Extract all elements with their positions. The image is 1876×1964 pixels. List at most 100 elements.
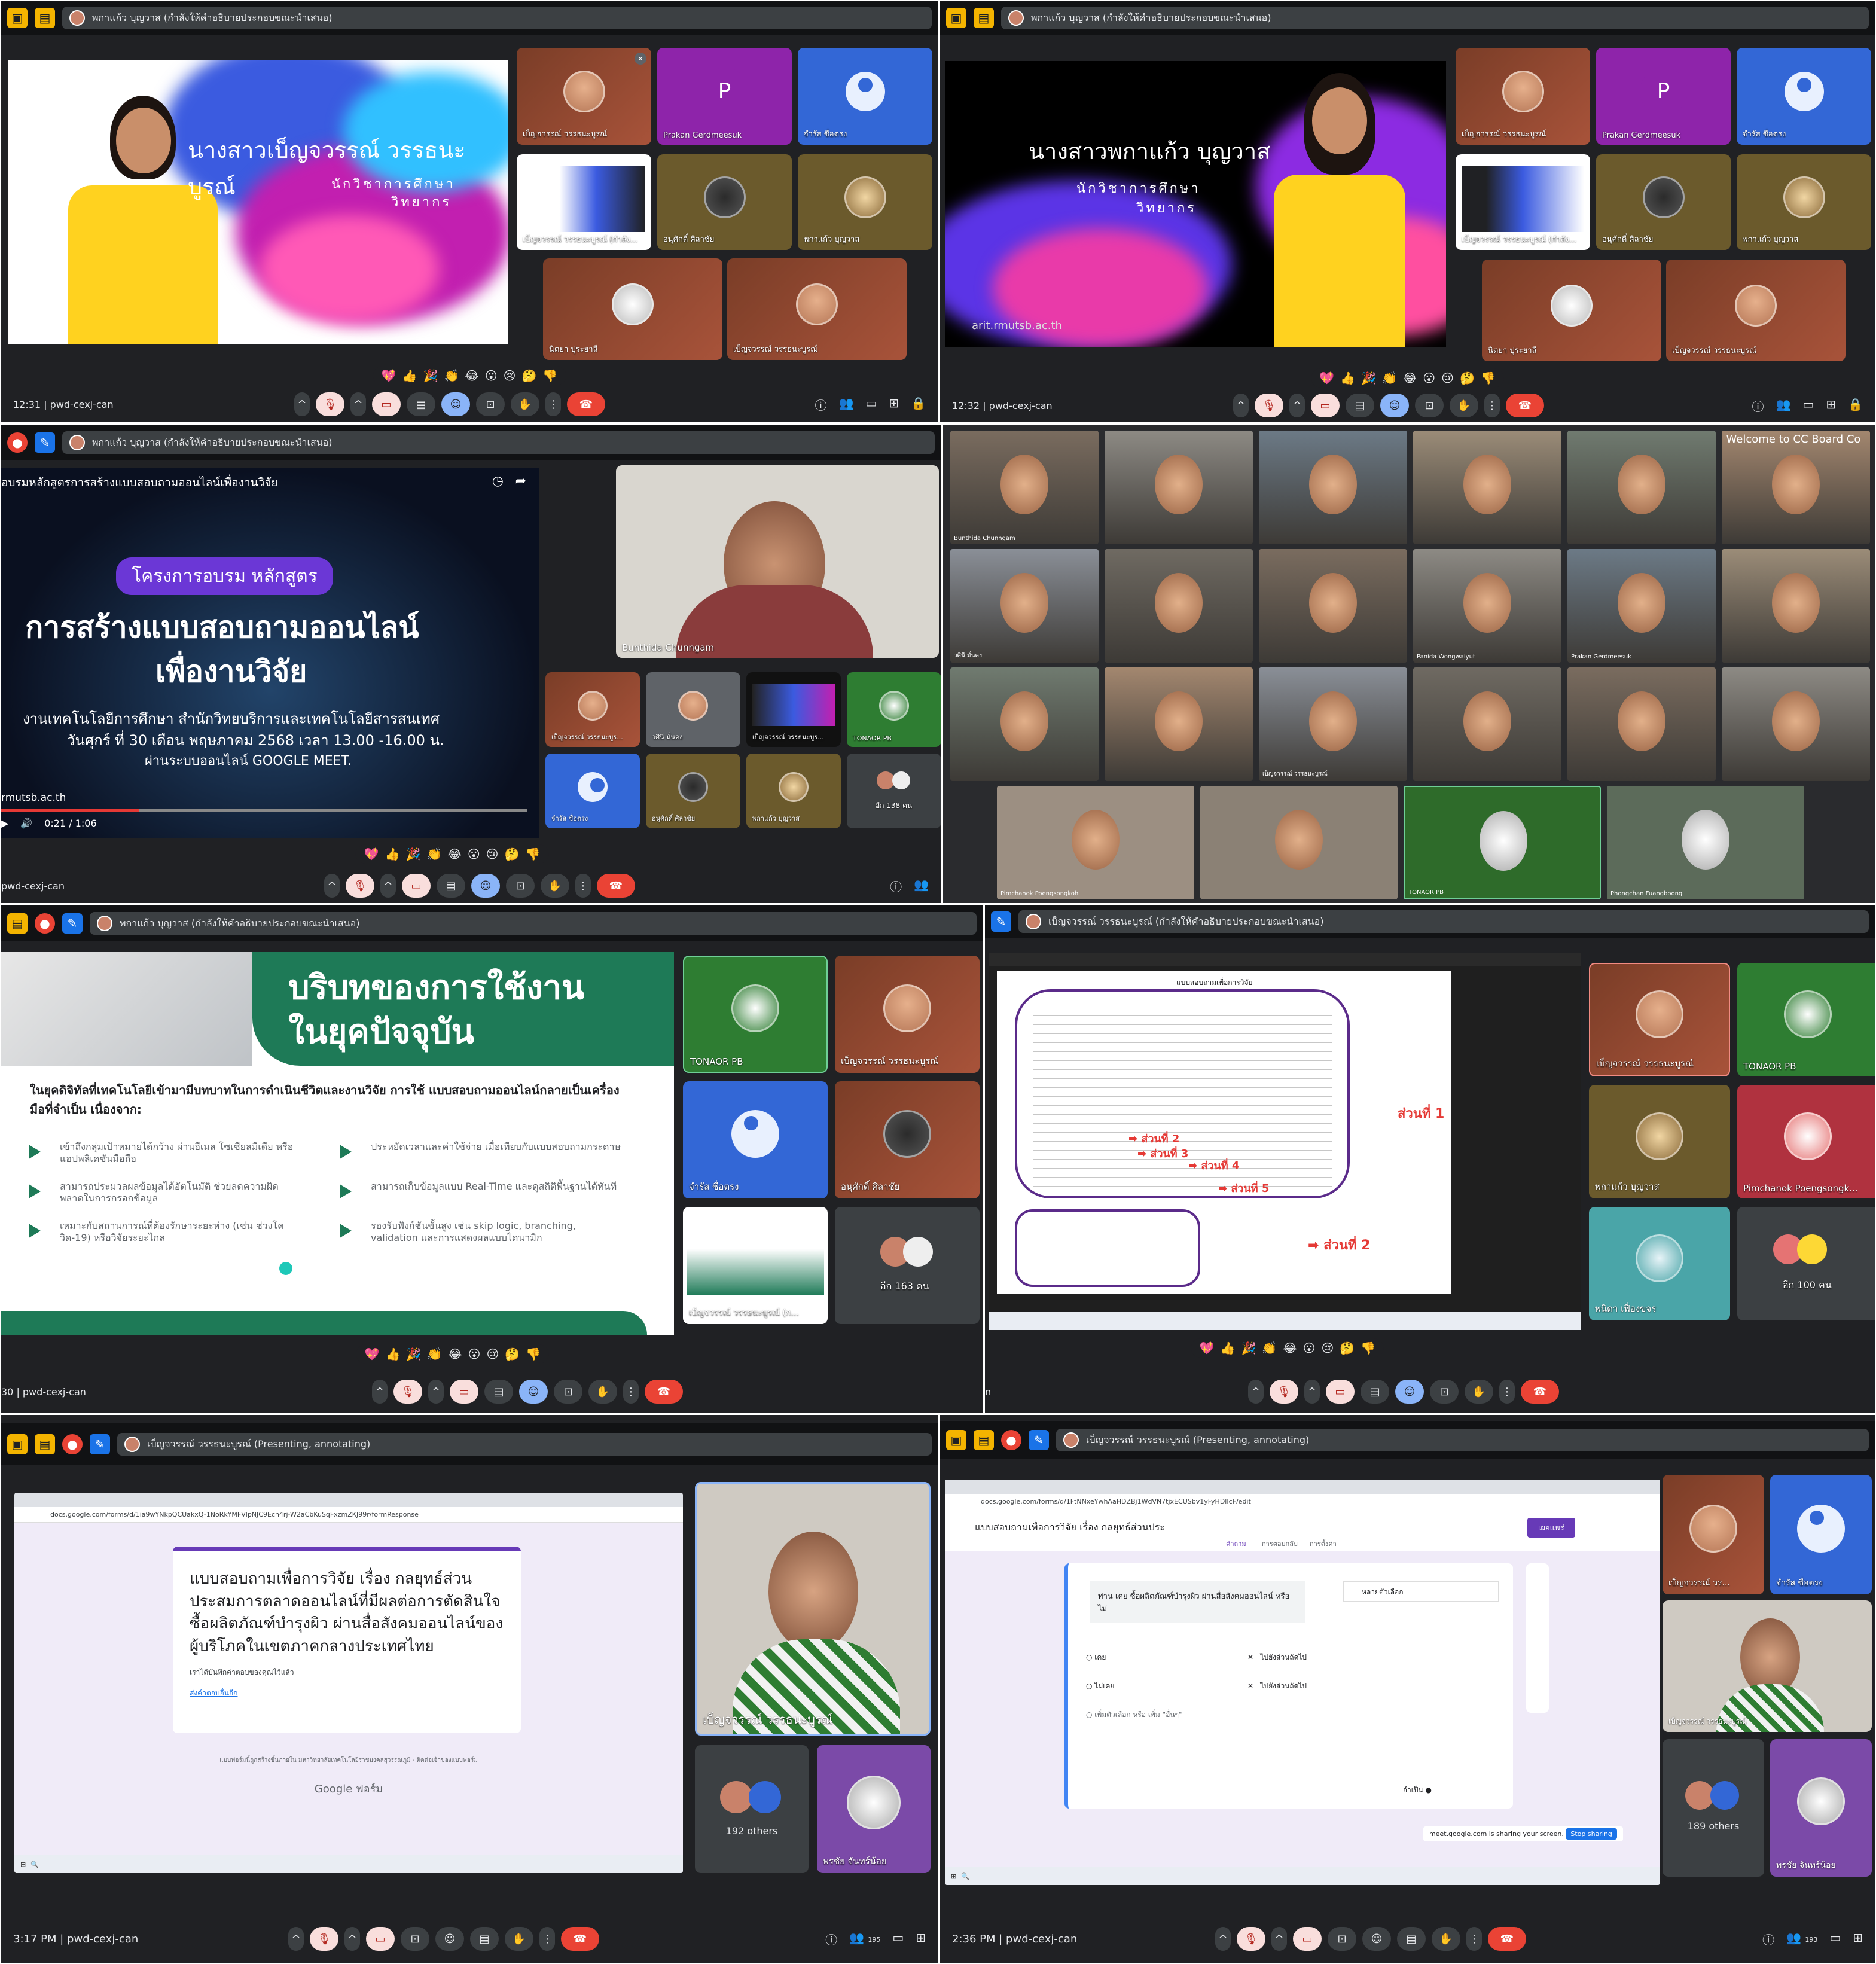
- emoji-button[interactable]: ☺: [1380, 394, 1409, 417]
- reaction-bar[interactable]: 💖 👍 🎉 👏 😂 😮 😢 🤔 👎: [355, 844, 549, 864]
- leave-call-button[interactable]: ☎: [567, 392, 605, 416]
- gallery-participant-tile[interactable]: [1105, 549, 1253, 663]
- camera-options-icon[interactable]: ^: [1304, 1380, 1320, 1404]
- reaction-bar[interactable]: 💖 👍 🎉 👏 😂 😮 😢 🤔 👎: [1191, 1338, 1384, 1358]
- reaction-party[interactable]: 🎉: [406, 847, 421, 861]
- present-button[interactable]: ⊡: [1415, 394, 1444, 417]
- participant-tile[interactable]: P Prakan Gerdmeesuk: [1596, 48, 1731, 145]
- stop-sharing-button[interactable]: Stop sharing: [1566, 1828, 1617, 1840]
- whiteboard-icon[interactable]: ▤: [35, 1434, 55, 1454]
- presenter-bar[interactable]: พกาแก้ว บุญวาส (กำลังให้คำอธิบายประกอบขณ…: [1001, 7, 1869, 29]
- windows-start-icon[interactable]: ⊞: [20, 1861, 26, 1868]
- reaction-clap[interactable]: 👏: [1382, 371, 1397, 385]
- activities-grid-icon[interactable]: ⊞: [889, 396, 899, 413]
- reaction-laugh[interactable]: 😂: [1283, 1341, 1297, 1355]
- participant-tile[interactable]: เบ็ญจวรรณ์ วรรธนะบูรณ์: [727, 258, 907, 360]
- more-options-icon[interactable]: ⋮: [575, 874, 591, 898]
- participant-tile-main[interactable]: Bunthida Chunngam: [616, 465, 939, 658]
- present-button[interactable]: ⊡: [401, 1927, 429, 1951]
- raise-hand-button[interactable]: ✋: [1450, 394, 1478, 417]
- gallery-participant-tile[interactable]: [1722, 431, 1870, 544]
- reaction-heart[interactable]: 💖: [382, 368, 396, 383]
- camera-off-button[interactable]: ▭: [402, 874, 431, 898]
- participant-tile[interactable]: อนุศักดิ์ ศิลาชัย: [657, 154, 792, 250]
- participant-tile[interactable]: พนิดา เฟื่องขจร: [1589, 1207, 1730, 1320]
- raise-hand-button[interactable]: ✋: [1465, 1380, 1493, 1404]
- more-participants-tile[interactable]: อีก 138 คน: [847, 754, 941, 828]
- more-participants-tile[interactable]: 192 others: [695, 1745, 809, 1873]
- gallery-participant-tile[interactable]: เบ็ญจวรรณ์ วรรธนะบูรณ์: [1259, 667, 1407, 781]
- chat-icon[interactable]: ▭: [892, 1931, 904, 1948]
- mic-off-button[interactable]: 🎙: [316, 392, 344, 416]
- reaction-thinking[interactable]: 🤔: [521, 368, 536, 383]
- activities-icon[interactable]: ▣: [7, 8, 28, 28]
- participant-tile[interactable]: พกาแก้ว บุญวาส: [1589, 1085, 1730, 1198]
- reaction-heart[interactable]: 💖: [364, 847, 379, 861]
- camera-options-icon[interactable]: ^: [428, 1380, 444, 1404]
- gallery-participant-tile[interactable]: [1105, 431, 1253, 544]
- reaction-clap[interactable]: 👏: [427, 847, 442, 861]
- participant-tile[interactable]: เบ็ญจวรรณ์ วร...: [1663, 1475, 1764, 1594]
- reaction-thinking[interactable]: 🤔: [505, 847, 520, 861]
- activities-grid-icon[interactable]: ⊞: [1826, 397, 1836, 414]
- presenter-bar[interactable]: พกาแก้ว บุญวาส (กำลังให้คำอธิบายประกอบขณ…: [62, 7, 932, 29]
- mic-options-icon[interactable]: ^: [1215, 1927, 1231, 1951]
- reaction-thumbs-up[interactable]: 👍: [1340, 371, 1355, 385]
- reaction-laugh[interactable]: 😂: [465, 368, 478, 383]
- reaction-surprised[interactable]: 😮: [1423, 371, 1435, 385]
- option-row[interactable]: ○ ไม่เคย: [1086, 1681, 1114, 1692]
- gallery-participant-tile[interactable]: Prakan Gerdmeesuk: [1567, 549, 1716, 663]
- leave-call-button[interactable]: ☎: [645, 1380, 683, 1404]
- participant-tile[interactable]: พกาแก้ว บุญวาส: [798, 154, 932, 250]
- reaction-thumbs-down[interactable]: 👎: [526, 1347, 541, 1361]
- presenter-bar[interactable]: พกาแก้ว บุญวาส (กำลังให้คำอธิบายประกอบขณ…: [90, 912, 977, 935]
- edit-icon[interactable]: ✎: [35, 432, 55, 453]
- lock-icon[interactable]: 🔒: [911, 396, 926, 413]
- participant-tile[interactable]: ✕ เบ็ญจวรรณ์ วรรธนะบูรณ์: [517, 48, 651, 145]
- tab-questions[interactable]: คำถาม: [1226, 1538, 1246, 1549]
- gallery-participant-tile[interactable]: [1722, 667, 1870, 781]
- present-button[interactable]: ⊡: [554, 1380, 582, 1404]
- reaction-thinking[interactable]: 🤔: [1340, 1341, 1355, 1355]
- option-goto[interactable]: ✕ ไปยังส่วนถัดไป: [1247, 1681, 1307, 1692]
- reaction-heart[interactable]: 💖: [365, 1347, 380, 1361]
- mic-options-icon[interactable]: ^: [294, 392, 310, 416]
- activities-icon[interactable]: ▣: [7, 1434, 28, 1454]
- share-icon[interactable]: ➦: [515, 474, 526, 489]
- whiteboard-icon[interactable]: ▤: [974, 1430, 994, 1450]
- presenter-bar[interactable]: เบ็ญจวรรณ์ วรรธนะบูรณ์ (Presenting, anno…: [117, 1433, 932, 1456]
- camera-off-button[interactable]: ▭: [1293, 1927, 1322, 1951]
- reaction-thumbs-up[interactable]: 👍: [385, 847, 400, 861]
- participant-tile[interactable]: พรชัย จันทร์น้อย: [817, 1745, 931, 1873]
- gallery-participant-tile[interactable]: Pimchanok Poengsongkoh: [997, 786, 1194, 899]
- camera-off-button[interactable]: ▭: [450, 1380, 478, 1404]
- participant-tile[interactable]: จำรัส ซื่อตรง: [683, 1081, 828, 1198]
- edit-icon[interactable]: ✎: [90, 1434, 110, 1454]
- search-icon[interactable]: 🔍: [30, 1861, 39, 1868]
- camera-off-button[interactable]: ▭: [372, 392, 401, 416]
- participant-tile[interactable]: TONAOR PB: [847, 672, 941, 747]
- question-type-select[interactable]: หลายตัวเลือก: [1343, 1581, 1499, 1602]
- record-icon[interactable]: ●: [7, 432, 28, 453]
- participant-tile[interactable]: เบ็ญจวรรณ์ วรรธนะบูรณ์: [835, 956, 980, 1073]
- reaction-thinking[interactable]: 🤔: [505, 1347, 520, 1361]
- captions-button[interactable]: ▤: [1346, 394, 1374, 417]
- mic-options-icon[interactable]: ^: [1248, 1380, 1264, 1404]
- gallery-participant-tile[interactable]: [1722, 549, 1870, 663]
- whiteboard-icon[interactable]: ▤: [35, 8, 55, 28]
- participant-tile[interactable]: เบ็ญจวรรณ์ วรรธนะบูรณ์: [1589, 963, 1730, 1076]
- reaction-thumbs-up[interactable]: 👍: [1221, 1341, 1236, 1355]
- participant-tile[interactable]: เบ็ญจวรรณ์ วรรธนะบูร...: [746, 672, 841, 747]
- emoji-button[interactable]: ☺: [1362, 1927, 1391, 1951]
- reaction-laugh[interactable]: 😂: [447, 847, 461, 861]
- participant-tile-main[interactable]: เบ็ญจวรรณ์ วรรธนะบูรณ์: [695, 1482, 931, 1736]
- presenter-bar[interactable]: เบ็ญจวรรณ์ วรรธนะบูรณ์ (Presenting, anno…: [1056, 1429, 1869, 1451]
- camera-options-icon[interactable]: ^: [1271, 1927, 1287, 1951]
- option-row[interactable]: ○ เคย: [1086, 1652, 1106, 1663]
- more-participants-tile[interactable]: อีก 100 คน: [1737, 1207, 1875, 1320]
- participant-tile[interactable]: พกาแก้ว บุญวาส: [1737, 154, 1871, 250]
- camera-off-button[interactable]: ▭: [366, 1927, 395, 1951]
- participant-tile[interactable]: เบ็ญจวรรณ์ วรรธนะบูรณ์: [1666, 260, 1846, 361]
- mic-off-button[interactable]: 🎙: [393, 1380, 422, 1404]
- question-text[interactable]: ท่าน เคย ซื้อผลิตภัณฑ์บำรุงผิว ผ่านสื่อส…: [1090, 1581, 1305, 1623]
